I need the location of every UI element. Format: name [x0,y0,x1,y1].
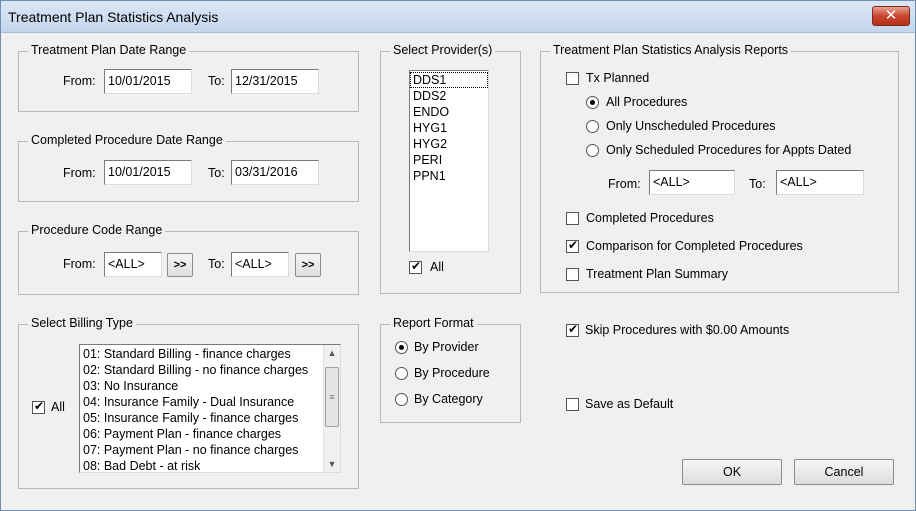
scroll-down-icon[interactable]: ▼ [324,456,340,472]
treatment-plan-date-range-group: Treatment Plan Date Range From: 10/01/20… [18,43,359,112]
by-procedure-radio[interactable] [395,367,408,380]
dialog-body: Treatment Plan Date Range From: 10/01/20… [2,34,914,510]
billing-all-label: All [51,400,65,414]
billing-scrollbar[interactable]: ▲ ≡ ▼ [323,345,340,472]
list-item[interactable]: 02: Standard Billing - no finance charge… [80,362,324,378]
cancel-button[interactable]: Cancel [794,459,894,485]
cp-from-date-field[interactable]: 10/01/2015 [104,160,192,185]
cp-to-date-field[interactable]: 03/31/2016 [231,160,319,185]
group-label: Procedure Code Range [28,223,166,237]
all-procedures-label: All Procedures [606,95,688,109]
to-label: To: [208,257,225,271]
code-from-browse-button[interactable]: >> [167,253,193,277]
appt-to-label: To: [749,177,766,191]
group-label: Treatment Plan Date Range [28,43,190,57]
report-format-group: Report Format By Provider By Procedure B… [380,316,521,423]
window-title: Treatment Plan Statistics Analysis [8,9,219,25]
save-as-default-label: Save as Default [585,397,674,411]
list-item[interactable]: HYG1 [410,120,488,136]
by-category-radio[interactable] [395,393,408,406]
billing-all-checkbox[interactable] [32,399,45,414]
save-as-default-checkbox[interactable] [566,398,579,411]
reports-group: Treatment Plan Statistics Analysis Repor… [540,43,899,293]
scroll-thumb[interactable]: ≡ [325,367,339,427]
skip-zero-amount-label: Skip Procedures with $0.00 Amounts [585,323,790,337]
by-provider-label: By Provider [414,340,479,354]
list-item[interactable]: PPN1 [410,168,488,184]
group-label: Treatment Plan Statistics Analysis Repor… [550,43,792,57]
provider-group: Select Provider(s) DDS1 DDS2 ENDO HYG1 H… [380,43,521,294]
list-item[interactable]: DDS2 [410,88,488,104]
completed-procedure-date-range-group: Completed Procedure Date Range From: 10/… [18,133,359,202]
by-provider-radio[interactable] [395,341,408,354]
billing-type-group: Select Billing Type All 01: Standard Bil… [18,316,359,489]
to-label: To: [208,166,225,180]
close-button[interactable]: ✕ [872,6,910,26]
appt-to-field[interactable]: <ALL> [776,170,864,195]
provider-all-label: All [430,260,444,274]
by-category-label: By Category [414,392,483,406]
dialog-window: Treatment Plan Statistics Analysis ✕ Tre… [0,0,916,511]
by-procedure-label: By Procedure [414,366,490,380]
list-item[interactable]: DDS1 [410,72,488,88]
comparison-checkbox[interactable] [566,238,579,253]
code-to-field[interactable]: <ALL> [231,252,289,277]
appt-from-label: From: [608,177,641,191]
list-item[interactable]: 01: Standard Billing - finance charges [80,346,324,362]
list-item[interactable]: 05: Insurance Family - finance charges [80,410,324,426]
list-item[interactable]: 06: Payment Plan - finance charges [80,426,324,442]
only-scheduled-radio[interactable] [586,144,599,157]
treatment-plan-summary-checkbox[interactable] [566,268,579,281]
group-label: Report Format [390,316,477,330]
provider-items: DDS1 DDS2 ENDO HYG1 HYG2 PERI PPN1 [410,72,488,184]
billing-items: 01: Standard Billing - finance charges 0… [80,346,324,472]
list-item[interactable]: 03: No Insurance [80,378,324,394]
skip-zero-amount-checkbox[interactable] [566,322,579,337]
list-item[interactable]: PERI [410,152,488,168]
code-to-browse-button[interactable]: >> [295,253,321,277]
from-label: From: [63,74,96,88]
list-item[interactable]: 07: Payment Plan - no finance charges [80,442,324,458]
list-item[interactable]: HYG2 [410,136,488,152]
comparison-label: Comparison for Completed Procedures [586,239,803,253]
all-procedures-radio[interactable] [586,96,599,109]
tp-from-date-field[interactable]: 10/01/2015 [104,69,192,94]
only-unscheduled-label: Only Unscheduled Procedures [606,119,776,133]
ok-button[interactable]: OK [682,459,782,485]
list-item[interactable]: 08: Bad Debt - at risk [80,458,324,472]
title-bar[interactable]: Treatment Plan Statistics Analysis ✕ [1,1,915,33]
scroll-up-icon[interactable]: ▲ [324,345,340,361]
close-icon: ✕ [884,7,898,24]
billing-type-list[interactable]: 01: Standard Billing - finance charges 0… [79,344,341,473]
completed-procedures-checkbox[interactable] [566,212,579,225]
from-label: From: [63,166,96,180]
tx-planned-checkbox[interactable] [566,72,579,85]
procedure-code-range-group: Procedure Code Range From: <ALL> >> To: … [18,223,359,295]
code-from-field[interactable]: <ALL> [104,252,162,277]
group-label: Completed Procedure Date Range [28,133,226,147]
provider-list[interactable]: DDS1 DDS2 ENDO HYG1 HYG2 PERI PPN1 [409,70,489,252]
only-unscheduled-radio[interactable] [586,120,599,133]
to-label: To: [208,74,225,88]
list-item[interactable]: 04: Insurance Family - Dual Insurance [80,394,324,410]
tp-to-date-field[interactable]: 12/31/2015 [231,69,319,94]
tx-planned-label: Tx Planned [586,71,650,85]
appt-from-field[interactable]: <ALL> [649,170,735,195]
treatment-plan-summary-label: Treatment Plan Summary [586,267,728,281]
only-scheduled-label: Only Scheduled Procedures for Appts Date… [606,143,852,157]
provider-all-checkbox[interactable] [409,259,422,274]
group-label: Select Provider(s) [390,43,496,57]
from-label: From: [63,257,96,271]
completed-procedures-label: Completed Procedures [586,211,714,225]
group-label: Select Billing Type [28,316,136,330]
list-item[interactable]: ENDO [410,104,488,120]
